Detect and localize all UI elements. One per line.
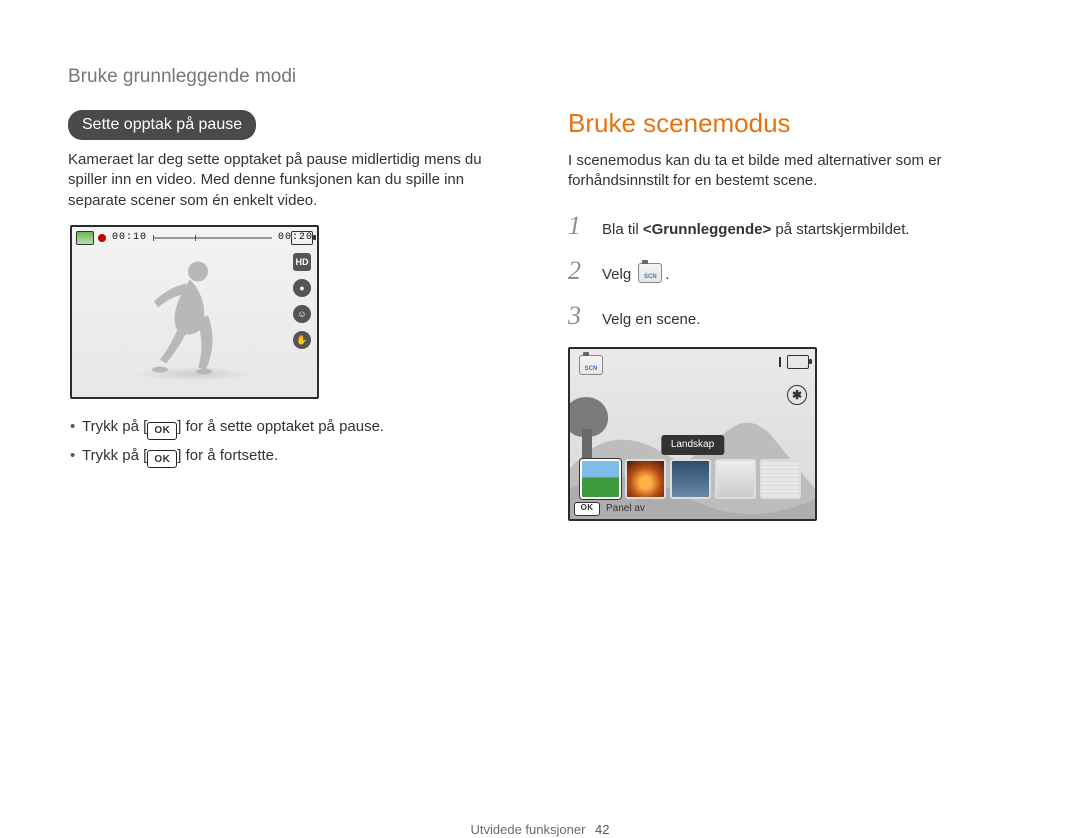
scene-mode-icon: SCN	[638, 263, 662, 283]
intro-paragraph-right: I scenemodus kan du ta et bilde med alte…	[568, 151, 1012, 192]
single-shot-icon	[779, 357, 781, 367]
scene-tooltip: Landskap	[661, 435, 724, 455]
section-pill: Sette opptak på pause	[68, 110, 256, 141]
step-number-2: 2	[568, 253, 588, 288]
battery-icon	[787, 355, 809, 369]
step-1: 1 Bla til <Grunnleggende> på startskjerm…	[568, 208, 1012, 243]
page-number: 42	[595, 822, 609, 837]
scene-thumb-text[interactable]	[760, 459, 801, 499]
ok-icon: OK	[147, 450, 177, 468]
steps-list: 1 Bla til <Grunnleggende> på startskjerm…	[568, 208, 1012, 333]
scene-thumbnail-row	[580, 459, 801, 499]
step-number-3: 3	[568, 298, 588, 333]
bullet-pause: Trykk på [OK] for å sette opptaket på pa…	[68, 417, 512, 440]
skater-illustration	[140, 253, 250, 383]
battery-icon	[291, 231, 313, 245]
left-column: Bruke grunnleggende modi Sette opptak på…	[68, 64, 512, 521]
scene-thumb-landscape[interactable]	[580, 459, 621, 499]
heading-scene-mode: Bruke scenemodus	[568, 106, 1012, 141]
camera-mode-icon	[76, 231, 94, 245]
elapsed-time: 00:10	[112, 231, 147, 245]
right-column: Bruke scenemodus I scenemodus kan du ta …	[568, 64, 1012, 521]
fig1-topbar: 00:10 00:20	[76, 231, 313, 245]
mic-icon: ●	[293, 279, 311, 297]
ok-icon: OK	[147, 422, 177, 440]
scene-thumb-dawn[interactable]	[670, 459, 711, 499]
ok-icon: OK	[574, 502, 600, 516]
fig-scene-select: SCN ✱ Landskap	[568, 347, 817, 521]
scene-mode-icon: SCN	[579, 355, 603, 375]
hd-icon: HD	[293, 253, 311, 271]
step-number-1: 1	[568, 208, 588, 243]
progress-track	[153, 237, 272, 239]
record-indicator-icon	[98, 234, 106, 242]
intro-paragraph-left: Kameraet lar deg sette opptaket på pause…	[68, 150, 512, 211]
step-3: 3 Velg en scene.	[568, 298, 1012, 333]
bullet-list: Trykk på [OK] for å sette opptaket på pa…	[68, 417, 512, 469]
scene-thumb-sunset[interactable]	[625, 459, 666, 499]
panel-off-label: Panel av	[606, 502, 645, 516]
fig-recording-screen: 00:10 00:20 HD ● ☺ ✋	[70, 225, 319, 399]
page-footer: Utvidede funksjoner 42	[68, 821, 1012, 838]
manual-page: Bruke grunnleggende modi Sette opptak på…	[0, 0, 1080, 815]
fig2-bottom-bar: OK Panel av	[574, 501, 811, 517]
scene-thumb-portrait[interactable]	[715, 459, 756, 499]
breadcrumb: Bruke grunnleggende modi	[68, 64, 512, 90]
eis-icon: ✋	[293, 331, 311, 349]
bullet-resume: Trykk på [OK] for å fortsette.	[68, 446, 512, 469]
fig1-right-icons: HD ● ☺ ✋	[293, 253, 311, 349]
step-2: 2 Velg SCN.	[568, 253, 1012, 288]
face-icon: ☺	[293, 305, 311, 323]
footer-section-label: Utvidede funksjoner	[471, 822, 586, 837]
